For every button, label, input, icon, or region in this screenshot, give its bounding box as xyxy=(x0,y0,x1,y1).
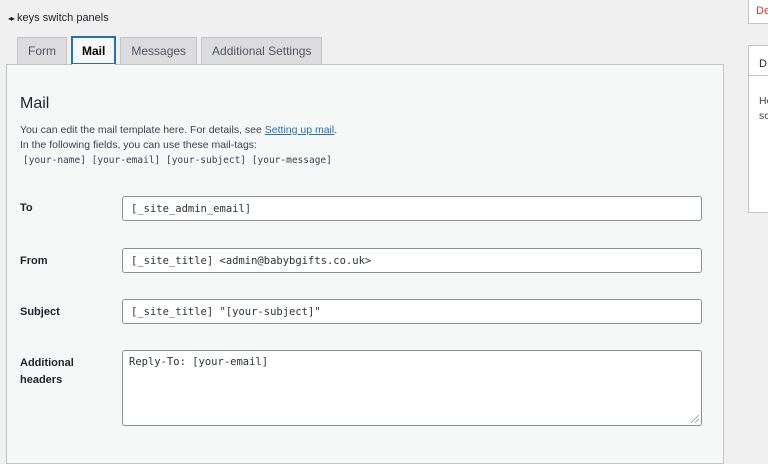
sidebar-box-line-2: sc xyxy=(759,110,768,122)
keyboard-hint-text: keys switch panels xyxy=(17,12,109,24)
subject-field[interactable]: [_site_title] "[your-subject]" xyxy=(122,299,702,324)
setting-up-mail-link[interactable]: Setting up mail xyxy=(265,124,334,136)
additional-headers-textarea[interactable]: Reply-To: [your-email] xyxy=(122,350,702,426)
additional-headers-value: Reply-To: [your-email] xyxy=(129,356,269,368)
sidebar-box-line-1: Ho xyxy=(759,95,768,107)
additional-headers-label: Additional headers xyxy=(20,355,74,389)
description-line-1: You can edit the mail template here. For… xyxy=(20,123,337,138)
to-label: To xyxy=(20,202,33,214)
description-line-2: In the following fields, you can use the… xyxy=(20,139,257,151)
additional-headers-label-line-2: headers xyxy=(20,374,63,386)
additional-headers-label-line-1: Additional xyxy=(20,357,74,369)
resize-grip-icon[interactable] xyxy=(691,415,699,423)
tab-mail[interactable]: Mail xyxy=(71,36,117,65)
mail-panel: Mail You can edit the mail template here… xyxy=(6,64,724,464)
to-field[interactable]: [_site_admin_email] xyxy=(122,196,702,221)
sidebar-box-delete[interactable]: De xyxy=(748,0,768,24)
sidebar-box-info: D Ho sc xyxy=(748,45,768,213)
from-label: From xyxy=(20,255,48,267)
section-title: Mail xyxy=(20,95,50,112)
sidebar-box-heading: D xyxy=(749,46,768,76)
mail-description: You can edit the mail template here. For… xyxy=(20,123,337,168)
sidebar-box-body: Ho sc xyxy=(749,76,768,124)
panel-tabs: Form Mail Messages Additional Settings xyxy=(17,36,323,65)
subject-label: Subject xyxy=(20,306,60,318)
tab-messages[interactable]: Messages xyxy=(120,37,198,64)
from-field[interactable]: [_site_title] <admin@babybgifts.co.uk> xyxy=(122,248,702,273)
tab-additional-settings[interactable]: Additional Settings xyxy=(201,37,323,64)
description-suffix: . xyxy=(334,124,338,136)
mail-tags: [your-name] [your-email] [your-subject] … xyxy=(23,155,332,166)
keyboard-hint: ◂▸ keys switch panels xyxy=(8,12,109,24)
description-prefix: You can edit the mail template here. For… xyxy=(20,124,265,136)
left-right-arrows-icon: ◂▸ xyxy=(8,13,15,23)
tab-form[interactable]: Form xyxy=(17,37,67,64)
